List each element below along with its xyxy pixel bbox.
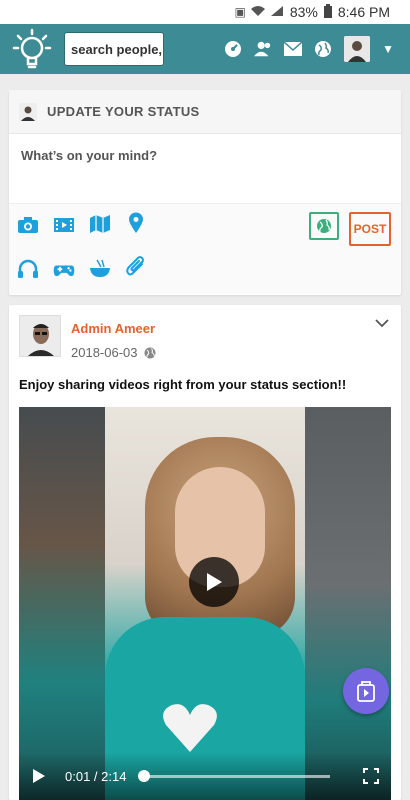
privacy-globe-button[interactable] — [309, 212, 339, 240]
globe-icon — [144, 347, 155, 358]
battery-percent: 83% — [289, 4, 318, 20]
video-time: 0:01 / 2:14 — [65, 768, 127, 784]
status-card-title: UPDATE YOUR STATUS — [47, 104, 200, 119]
clock: 8:46 PM — [337, 4, 390, 20]
dashboard-icon[interactable] — [224, 40, 242, 58]
video-player[interactable]: 0:01 / 2:14 — [19, 407, 391, 800]
location-pin-icon[interactable] — [125, 212, 147, 234]
map-icon[interactable] — [89, 212, 111, 234]
controls-play-icon[interactable] — [29, 766, 49, 786]
search-input[interactable]: search people, — [64, 32, 164, 66]
video-controls: 0:01 / 2:14 — [19, 752, 391, 800]
camera-icon[interactable] — [17, 214, 39, 236]
user-avatar-small — [19, 102, 37, 121]
video-blur-right — [305, 407, 391, 800]
video-seekbar[interactable] — [137, 769, 331, 782]
signal-icon — [270, 5, 284, 20]
app-header: search people, ▼ — [0, 24, 410, 74]
headphones-icon[interactable] — [17, 258, 39, 280]
author-avatar[interactable] — [19, 315, 61, 357]
play-button[interactable] — [189, 557, 239, 607]
video-share-fab[interactable] — [343, 668, 389, 714]
attachment-icon[interactable] — [125, 256, 147, 278]
seekbar-handle[interactable] — [137, 769, 150, 782]
avatar[interactable] — [344, 36, 371, 62]
globe-icon[interactable] — [314, 40, 332, 58]
globe-icon — [317, 219, 331, 233]
status-textarea[interactable]: What’s on your mind? — [9, 134, 401, 204]
fullscreen-icon[interactable] — [361, 766, 381, 786]
game-controller-icon[interactable] — [53, 260, 75, 282]
system-status-bar: ▣ 83% 8:46 PM — [0, 0, 410, 24]
post-options-chevron-icon[interactable] — [375, 315, 389, 333]
notification-icon: ▣ — [234, 5, 246, 19]
video-share-icon — [357, 681, 375, 702]
chevron-down-icon[interactable]: ▼ — [382, 42, 394, 56]
status-icons: ▣ — [234, 5, 283, 20]
food-bowl-icon[interactable] — [89, 258, 111, 280]
video-blur-left — [19, 407, 105, 800]
author-name[interactable]: Admin Ameer — [71, 321, 155, 336]
post-card: Admin Ameer 2018-06-03 Enjoy sharing vid… — [9, 305, 401, 800]
video-icon[interactable] — [53, 214, 75, 236]
mail-icon[interactable] — [284, 40, 303, 58]
play-icon — [207, 573, 222, 591]
post-date-text: 2018-06-03 — [71, 345, 138, 360]
friends-icon[interactable] — [254, 40, 272, 58]
post-button[interactable]: POST — [349, 212, 391, 246]
post-date: 2018-06-03 — [71, 345, 156, 360]
lightbulb-logo-icon[interactable] — [10, 27, 54, 71]
heart-icon — [163, 704, 217, 752]
header-nav: ▼ — [224, 36, 394, 62]
post-text: Enjoy sharing videos right from your sta… — [19, 377, 347, 392]
status-tools: POST — [9, 204, 401, 294]
status-card-header: UPDATE YOUR STATUS — [9, 90, 401, 134]
battery-icon — [323, 3, 332, 21]
wifi-icon — [250, 5, 266, 20]
update-status-card: UPDATE YOUR STATUS What’s on your mind? — [9, 90, 401, 295]
